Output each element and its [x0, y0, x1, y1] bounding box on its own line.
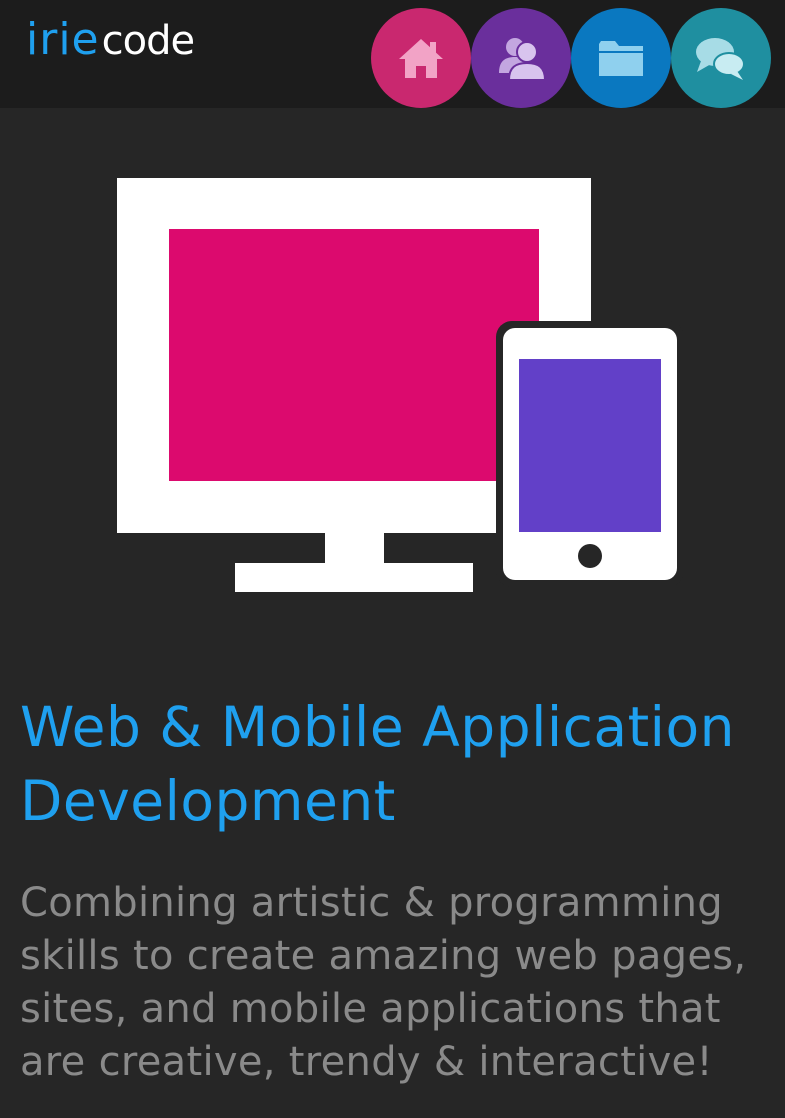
monitor-stand-neck	[325, 533, 384, 563]
page-headline: Web & Mobile Application Development	[20, 695, 735, 833]
tablet-screen	[519, 359, 661, 532]
tablet-home-button	[578, 544, 602, 568]
nav-portfolio-button[interactable]	[571, 8, 671, 108]
nav-home-button[interactable]	[371, 8, 471, 108]
hero-illustration	[0, 108, 785, 648]
page-description: Combining artistic & programming skills …	[20, 880, 747, 1085]
home-icon	[396, 36, 446, 80]
nav-about-button[interactable]	[471, 8, 571, 108]
devices-icon	[117, 178, 684, 592]
chat-icon	[693, 34, 749, 82]
logo-text-irie: irie	[26, 14, 100, 65]
logo-text-code: code	[101, 18, 195, 64]
main-nav	[371, 8, 771, 108]
monitor-screen	[169, 229, 539, 481]
monitor-stand-base	[235, 563, 473, 592]
site-logo[interactable]: iriecode	[26, 18, 195, 64]
users-icon	[495, 35, 547, 81]
folder-icon	[597, 38, 645, 78]
nav-contact-button[interactable]	[671, 8, 771, 108]
site-header: iriecode	[0, 0, 785, 108]
